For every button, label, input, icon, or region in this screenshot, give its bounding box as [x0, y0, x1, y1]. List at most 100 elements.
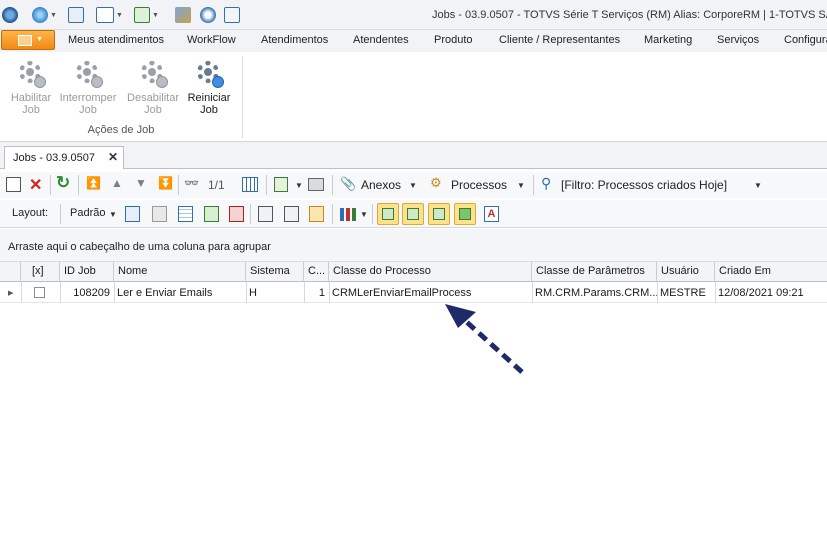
- tab-jobs[interactable]: Jobs - 03.9.0507 ✕: [4, 146, 124, 169]
- tab-produto[interactable]: Produto: [434, 34, 473, 46]
- format-icon[interactable]: [309, 206, 324, 222]
- cell-sistema: H: [249, 287, 257, 299]
- export-icon[interactable]: [274, 177, 288, 192]
- column-header-select[interactable]: [x]: [21, 262, 60, 282]
- processos-button[interactable]: Processos: [451, 178, 507, 192]
- gear-restart-icon: [194, 58, 224, 88]
- grid-line: [246, 282, 247, 303]
- view-option-4-button[interactable]: [454, 203, 476, 225]
- reiniciar-job-label: Reiniciar Job: [187, 92, 231, 116]
- habilitar-job-button[interactable]: Habilitar Job: [0, 58, 62, 116]
- column-header-classe-parametros[interactable]: Classe de Parâmetros: [532, 262, 657, 282]
- binoculars-icon[interactable]: 👓: [184, 176, 199, 190]
- chart-icon[interactable]: [340, 208, 356, 221]
- column-header-usuario[interactable]: Usuário: [657, 262, 715, 282]
- grid-line: [21, 282, 22, 303]
- view-option-3-button[interactable]: [428, 203, 450, 225]
- gear-stop-icon: [138, 58, 168, 88]
- grid-line: [329, 282, 330, 303]
- next-record-icon[interactable]: ▼: [135, 176, 147, 190]
- column-header-classe-processo[interactable]: Classe do Processo: [329, 262, 532, 282]
- layout-copy-icon[interactable]: [152, 206, 167, 222]
- layout-select[interactable]: Padrão: [70, 207, 105, 219]
- document-tab-strip: Jobs - 03.9.0507 ✕: [0, 142, 827, 169]
- print-icon[interactable]: [308, 178, 324, 191]
- habilitar-job-label: Habilitar Job: [10, 92, 52, 116]
- layout-window-icon[interactable]: ▼: [96, 6, 123, 24]
- columns-icon[interactable]: [258, 206, 273, 222]
- file-menu-button[interactable]: ▼: [1, 30, 55, 50]
- toolbar-divider: [332, 204, 333, 224]
- network-icon[interactable]: [200, 6, 216, 24]
- toolbar-divider: [250, 204, 251, 224]
- paperclip-icon: 📎: [340, 176, 357, 191]
- text-format-icon[interactable]: A: [484, 206, 499, 222]
- column-header-sistema[interactable]: Sistema: [246, 262, 304, 282]
- annotation-arrow: [445, 304, 524, 374]
- grid-line: [60, 282, 61, 303]
- chevron-down-icon[interactable]: ▼: [109, 210, 117, 219]
- tab-atendentes[interactable]: Atendentes: [353, 34, 409, 46]
- window-icon[interactable]: [68, 6, 84, 24]
- chevron-down-icon[interactable]: ▼: [295, 181, 303, 190]
- layout-toolbar: Layout: Padrão ▼ ▼ A: [0, 200, 827, 228]
- interromper-job-button[interactable]: Interromper Job: [57, 58, 119, 116]
- app-icon[interactable]: [2, 6, 18, 24]
- anexos-button[interactable]: Anexos: [361, 178, 401, 192]
- layout-label: Layout:: [12, 207, 49, 219]
- tab-meus-atendimentos[interactable]: Meus atendimentos: [68, 34, 164, 46]
- toolbar-divider: [332, 175, 333, 195]
- title-bar: ▼ ▼ ▼ Jobs - 03.9.0507 - TOTVS Série T S…: [0, 0, 827, 30]
- delete-icon[interactable]: ✕: [29, 175, 42, 195]
- tab-servicos[interactable]: Serviços: [717, 34, 759, 46]
- reiniciar-job-button[interactable]: Reiniciar Job: [178, 58, 240, 116]
- desabilitar-job-button[interactable]: Desabilitar Job: [122, 58, 184, 116]
- run-icon[interactable]: ▼: [134, 6, 159, 24]
- cell-usuario: MESTRE: [660, 287, 706, 299]
- import-layout-icon[interactable]: [204, 206, 219, 222]
- column-header-criado-em[interactable]: Criado Em: [715, 262, 827, 282]
- toolbar-divider: [372, 204, 373, 224]
- reset-layout-icon[interactable]: [229, 206, 244, 222]
- chevron-down-icon[interactable]: ▼: [360, 210, 368, 219]
- tools-icon[interactable]: [175, 6, 191, 24]
- previous-record-icon[interactable]: ▲: [111, 176, 123, 190]
- tab-marketing[interactable]: Marketing: [644, 34, 692, 46]
- tab-cliente-representantes[interactable]: Cliente / Representantes: [499, 34, 620, 46]
- gear-play-icon: [16, 58, 46, 88]
- column-header-id-job[interactable]: ID Job: [60, 262, 114, 282]
- first-record-icon[interactable]: ⏫: [86, 176, 101, 190]
- jobs-grid: [x] ID Job Nome Sistema C... Classe do P…: [0, 262, 827, 550]
- row-indicator-header: [0, 262, 21, 282]
- group-by-hint: Arraste aqui o cabeçalho de uma coluna p…: [8, 241, 271, 253]
- refresh-icon[interactable]: ↻: [56, 173, 70, 193]
- sum-icon[interactable]: [284, 206, 299, 222]
- group-by-panel[interactable]: Arraste aqui o cabeçalho de uma coluna p…: [0, 229, 827, 262]
- filter-icon: ⚲: [541, 175, 552, 191]
- globe-icon[interactable]: ▼: [32, 6, 57, 24]
- last-record-icon[interactable]: ⏬: [158, 176, 173, 190]
- edit-icon[interactable]: [6, 177, 21, 192]
- chevron-down-icon[interactable]: ▼: [754, 181, 762, 190]
- tab-atendimentos[interactable]: Atendimentos: [261, 34, 328, 46]
- layout-grid-icon[interactable]: [178, 206, 193, 222]
- filter-button[interactable]: [Filtro: Processos criados Hoje]: [561, 178, 727, 192]
- row-indicator-icon: ▶: [8, 290, 14, 297]
- column-header-c[interactable]: C...: [304, 262, 329, 282]
- save-layout-icon[interactable]: [125, 206, 140, 222]
- grid-line: [304, 282, 305, 303]
- view-option-2-button[interactable]: [402, 203, 424, 225]
- tab-configura[interactable]: Configura: [784, 34, 827, 46]
- table-row[interactable]: ▶ 108209 Ler e Enviar Emails H 1 CRMLerE…: [0, 283, 827, 303]
- view-option-1-button[interactable]: [377, 203, 399, 225]
- row-select-checkbox[interactable]: [34, 287, 45, 298]
- calendar-grid-icon[interactable]: [242, 177, 258, 192]
- chevron-down-icon[interactable]: ▼: [409, 181, 417, 190]
- column-header-nome[interactable]: Nome: [114, 262, 246, 282]
- close-icon[interactable]: ✕: [108, 150, 118, 164]
- cell-id-job: 108209: [73, 287, 110, 299]
- chevron-down-icon[interactable]: ▼: [517, 181, 525, 190]
- window-title: Jobs - 03.9.0507 - TOTVS Série T Serviço…: [432, 9, 827, 21]
- tab-workflow[interactable]: WorkFlow: [187, 34, 236, 46]
- copy-icon[interactable]: [224, 6, 240, 24]
